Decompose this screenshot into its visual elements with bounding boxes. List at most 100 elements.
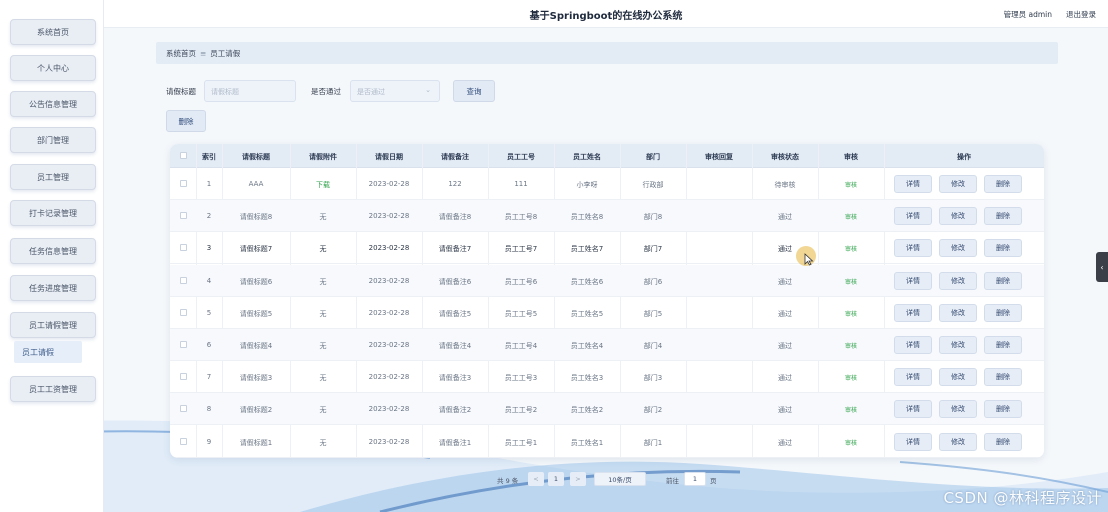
sidebar-item-task-progress[interactable]: 任务进度管理 bbox=[10, 275, 96, 301]
edit-button[interactable]: 修改 bbox=[939, 303, 977, 322]
cursor-icon bbox=[804, 253, 814, 266]
row-checkbox[interactable] bbox=[180, 405, 187, 413]
audit-link[interactable]: 审核 bbox=[818, 438, 884, 447]
row-checkbox[interactable] bbox=[180, 341, 187, 348]
row-delete-button[interactable]: 删除 bbox=[984, 400, 1022, 419]
row-checkbox[interactable] bbox=[180, 212, 187, 220]
audit-link[interactable]: 审核 bbox=[818, 405, 884, 414]
row-checkbox[interactable] bbox=[180, 437, 187, 445]
pass-filter-label: 是否通过 bbox=[311, 87, 341, 96]
table-header: 索引 请假标题 请假附件 请假日期 请假备注 员工工号 员工姓名 部门 审核回复… bbox=[170, 144, 1044, 168]
detail-button[interactable]: 详情 bbox=[894, 400, 932, 419]
row-delete-button[interactable]: 删除 bbox=[984, 432, 1022, 451]
app-root: 系统首页 个人中心 公告信息管理 部门管理 员工管理 打卡记录管理 任务信息管理… bbox=[0, 0, 1108, 512]
page-1-button[interactable]: 1 bbox=[548, 472, 564, 486]
cell-remark: 请假备注5 bbox=[438, 309, 472, 318]
batch-delete-button[interactable]: 删除 bbox=[166, 110, 206, 132]
row-delete-button[interactable]: 删除 bbox=[984, 336, 1022, 354]
prev-page-button[interactable]: < bbox=[528, 472, 544, 486]
cell-remark: 请假备注3 bbox=[438, 374, 472, 383]
row-delete-button[interactable]: 删除 bbox=[984, 175, 1022, 193]
row-checkbox[interactable] bbox=[180, 276, 187, 284]
chevron-left-icon: ‹ bbox=[1100, 262, 1104, 272]
sidebar-item-departments[interactable]: 部门管理 bbox=[10, 127, 96, 153]
edit-button[interactable]: 修改 bbox=[939, 175, 977, 193]
cell-remark: 请假备注4 bbox=[438, 342, 472, 350]
row-delete-button[interactable]: 删除 bbox=[984, 303, 1022, 322]
sidebar-item-leave[interactable]: 员工请假管理 bbox=[10, 312, 96, 338]
table-row: 8 请假标题2 无 2023-02-28 请假备注2 员工工号2 员工姓名2 部门2 通过 审核 详… bbox=[170, 393, 1044, 426]
audit-link[interactable]: 审核 bbox=[818, 212, 884, 221]
edit-button[interactable]: 修改 bbox=[939, 207, 977, 226]
row-delete-button[interactable]: 删除 bbox=[984, 207, 1022, 226]
pass-select[interactable]: 是否通过 ⌄ bbox=[350, 80, 440, 102]
logout-link[interactable]: 退出登录 bbox=[1066, 9, 1096, 20]
cell-remark: 请假备注8 bbox=[438, 213, 472, 222]
sidebar-item-home[interactable]: 系统首页 bbox=[10, 19, 96, 45]
edit-button[interactable]: 修改 bbox=[939, 271, 977, 290]
sidebar-item-notices[interactable]: 公告信息管理 bbox=[10, 91, 96, 117]
download-link[interactable]: 下载 bbox=[290, 180, 356, 190]
audit-link[interactable]: 审核 bbox=[818, 373, 884, 382]
sidebar-item-tasks[interactable]: 任务信息管理 bbox=[10, 238, 96, 264]
detail-button[interactable]: 详情 bbox=[894, 336, 932, 354]
cell-dept: 行政部 bbox=[642, 181, 664, 189]
page-size-select[interactable]: 10条/页 bbox=[594, 472, 646, 486]
title-filter-label: 请假标题 bbox=[166, 87, 196, 96]
sidebar-item-profile[interactable]: 个人中心 bbox=[10, 55, 96, 81]
detail-button[interactable]: 详情 bbox=[894, 432, 932, 451]
sidebar-subitem-leave[interactable]: 员工请假 bbox=[14, 341, 82, 363]
row-delete-button[interactable]: 删除 bbox=[984, 271, 1022, 290]
cell-emp-no: 员工工号3 bbox=[504, 374, 538, 383]
next-page-button[interactable]: > bbox=[570, 472, 586, 486]
cell-emp-no: 员工工号8 bbox=[504, 213, 538, 222]
row-checkbox[interactable] bbox=[180, 180, 187, 187]
cell-index: 6 bbox=[206, 341, 212, 349]
cell-dept: 部门3 bbox=[643, 374, 663, 383]
audit-link[interactable]: 审核 bbox=[818, 341, 884, 350]
row-checkbox[interactable] bbox=[180, 308, 187, 316]
col-emp-name: 员工姓名 bbox=[573, 153, 601, 161]
cell-date: 2023-02-28 bbox=[368, 276, 410, 285]
cell-attachment: 无 bbox=[319, 245, 327, 254]
detail-button[interactable]: 详情 bbox=[894, 239, 932, 258]
cell-attachment: 无 bbox=[319, 213, 327, 222]
goto-page-input[interactable]: 1 bbox=[684, 472, 706, 486]
row-checkbox[interactable] bbox=[180, 373, 187, 381]
cell-index: 4 bbox=[206, 276, 212, 285]
edit-button[interactable]: 修改 bbox=[939, 400, 977, 419]
row-checkbox[interactable] bbox=[180, 244, 187, 252]
sidebar-item-attendance[interactable]: 打卡记录管理 bbox=[10, 200, 96, 226]
select-all-checkbox[interactable] bbox=[180, 152, 187, 159]
detail-button[interactable]: 详情 bbox=[894, 175, 932, 193]
detail-button[interactable]: 详情 bbox=[894, 303, 932, 322]
cell-status: 通过 bbox=[778, 342, 792, 350]
col-actions: 操作 bbox=[957, 153, 971, 161]
audit-link[interactable]: 审核 bbox=[818, 309, 884, 318]
audit-link[interactable]: 审核 bbox=[818, 244, 884, 253]
detail-button[interactable]: 详情 bbox=[894, 368, 932, 387]
collapse-toggle[interactable]: ‹ bbox=[1096, 252, 1108, 282]
audit-link[interactable]: 审核 bbox=[818, 277, 884, 286]
cell-title: 请假标题3 bbox=[239, 374, 273, 383]
detail-button[interactable]: 详情 bbox=[894, 207, 932, 226]
edit-button[interactable]: 修改 bbox=[939, 336, 977, 354]
cell-emp-name: 员工姓名2 bbox=[570, 406, 604, 415]
cell-status: 待审核 bbox=[774, 181, 796, 189]
col-date: 请假日期 bbox=[375, 153, 403, 161]
breadcrumb-home[interactable]: 系统首页 bbox=[166, 48, 196, 59]
edit-button[interactable]: 修改 bbox=[939, 368, 977, 387]
row-delete-button[interactable]: 删除 bbox=[984, 368, 1022, 387]
query-button[interactable]: 查询 bbox=[453, 80, 495, 102]
sidebar-item-salary[interactable]: 员工工资管理 bbox=[10, 376, 96, 402]
edit-button[interactable]: 修改 bbox=[939, 239, 977, 258]
breadcrumb-current: 员工请假 bbox=[210, 48, 241, 58]
cell-emp-name: 小李呀 bbox=[576, 181, 598, 189]
sidebar-item-employees[interactable]: 员工管理 bbox=[10, 164, 96, 190]
detail-button[interactable]: 详情 bbox=[894, 271, 932, 290]
row-delete-button[interactable]: 删除 bbox=[984, 239, 1022, 258]
title-search-input[interactable]: 请假标题 bbox=[204, 80, 296, 102]
audit-link[interactable]: 审核 bbox=[818, 180, 884, 189]
edit-button[interactable]: 修改 bbox=[939, 432, 977, 451]
cell-date: 2023-02-28 bbox=[368, 308, 410, 317]
